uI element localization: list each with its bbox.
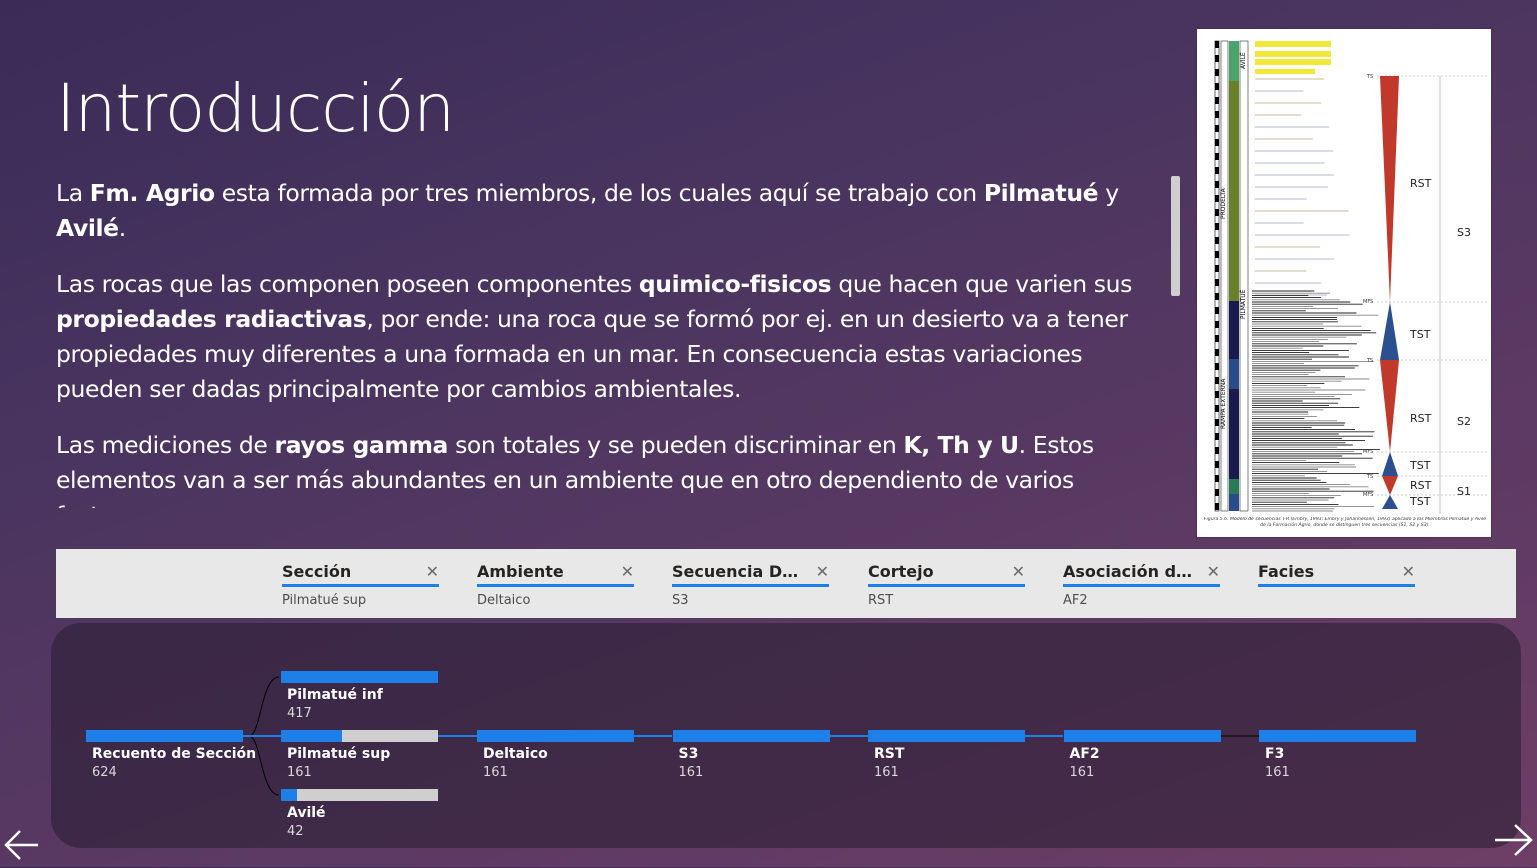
node-count: 417 bbox=[287, 706, 312, 721]
node-count: 161 bbox=[678, 765, 704, 780]
node-count: 624 bbox=[92, 765, 117, 780]
node-label: F3 bbox=[1265, 746, 1285, 762]
slicer-header: Secuencia Dep... bbox=[672, 562, 804, 581]
node-label: Avilé bbox=[287, 805, 326, 821]
slicer-header: Asociación de ... bbox=[1063, 562, 1195, 581]
slicer-value[interactable]: AF2 bbox=[1063, 593, 1220, 608]
node-bar-fill bbox=[868, 730, 1025, 742]
slicer-header: Facies bbox=[1258, 562, 1315, 581]
slicer-header: Cortejo bbox=[868, 562, 934, 581]
node-bar-fill bbox=[281, 789, 297, 801]
node-label: Recuento de Sección bbox=[92, 746, 257, 762]
paragraph-1: La Fm. Agrio esta formada por tres miemb… bbox=[56, 179, 1119, 242]
slicer-value[interactable]: Pilmatué sup bbox=[282, 593, 439, 608]
slicer-4[interactable]: Cortejo ✕ RST bbox=[868, 561, 1025, 611]
arrow-right-icon bbox=[1495, 824, 1533, 856]
slicer-5[interactable]: Asociación de ... ✕ AF2 bbox=[1063, 561, 1220, 611]
node-count: 161 bbox=[1069, 765, 1095, 780]
clear-filter-icon[interactable]: ✕ bbox=[1012, 562, 1025, 581]
prodelta-label: PRODELTA bbox=[1220, 187, 1227, 219]
tst-label-1: TST bbox=[1409, 328, 1431, 341]
node-count: 42 bbox=[287, 824, 304, 839]
clear-filter-icon[interactable]: ✕ bbox=[1402, 562, 1415, 581]
slicer-value[interactable]: Deltaico bbox=[477, 593, 634, 608]
rst-label-1: RST bbox=[1410, 177, 1432, 190]
rst-label-2: RST bbox=[1410, 412, 1432, 425]
slicer-header: Sección bbox=[282, 562, 352, 581]
slicer-3[interactable]: Secuencia Dep... ✕ S3 bbox=[672, 561, 829, 611]
clear-filter-icon[interactable]: ✕ bbox=[426, 562, 439, 581]
node-bar-fill bbox=[86, 730, 243, 742]
slicer-header: Ambiente bbox=[477, 562, 564, 581]
seq-label-s2: S2 bbox=[1457, 415, 1471, 428]
node-count: 161 bbox=[483, 765, 508, 780]
slicer-value[interactable]: RST bbox=[868, 593, 1025, 608]
tst-label-3: TST bbox=[1409, 495, 1431, 508]
node-bar-fill bbox=[477, 730, 634, 742]
clear-filter-icon[interactable]: ✕ bbox=[1207, 562, 1220, 581]
node-count: 161 bbox=[1265, 765, 1290, 780]
rst-label-3: RST bbox=[1410, 479, 1432, 492]
node-count: 161 bbox=[287, 765, 312, 780]
paragraph-2: Las rocas que las componen poseen compon… bbox=[56, 270, 1132, 403]
node-bar-fill bbox=[281, 671, 438, 683]
seq-label-s1: S1 bbox=[1457, 485, 1471, 498]
slicer-6[interactable]: Facies ✕ bbox=[1258, 561, 1415, 611]
filter-slicer-bar: Sección ✕ Pilmatué sup Ambiente ✕ Deltaico Sec… bbox=[56, 549, 1516, 618]
tst-label-2: TST bbox=[1409, 459, 1431, 472]
seq-label-s3: S3 bbox=[1457, 226, 1471, 239]
node-bar-fill bbox=[1259, 730, 1416, 742]
node-label: Pilmatué sup bbox=[287, 746, 391, 762]
intro-text[interactable]: La Fm. Agrio esta formada por tres miemb… bbox=[56, 176, 1171, 508]
surface-label-4: MFS bbox=[1363, 449, 1373, 455]
surface-label-6: MFS bbox=[1363, 492, 1373, 498]
node-bar-fill bbox=[1063, 730, 1221, 742]
clear-filter-icon[interactable]: ✕ bbox=[621, 562, 634, 581]
arrow-left-icon bbox=[4, 830, 38, 860]
node-label: AF2 bbox=[1069, 746, 1100, 762]
node-bar-fill bbox=[672, 730, 830, 742]
node-label: S3 bbox=[678, 746, 699, 762]
text-scrollbar[interactable] bbox=[1171, 176, 1180, 296]
decomposition-tree[interactable]: Recuento de Sección 624 Pilmatué inf 417 Pil… bbox=[51, 623, 1521, 848]
slicer-1[interactable]: Sección ✕ Pilmatué sup bbox=[282, 561, 439, 611]
node-count: 161 bbox=[874, 765, 899, 780]
clear-filter-icon[interactable]: ✕ bbox=[816, 562, 829, 581]
slicer-value[interactable]: S3 bbox=[672, 593, 829, 608]
page-title: Introducción bbox=[56, 70, 455, 147]
sequence-figure-svg: PRODELTA RAMPA EXTERNA PILMATUÉ AVILÉ TS… bbox=[1203, 40, 1489, 528]
sequence-figure: PRODELTA RAMPA EXTERNA PILMATUÉ AVILÉ TS… bbox=[1197, 29, 1491, 537]
surface-label-5: TS bbox=[1366, 474, 1373, 480]
next-slide-button[interactable] bbox=[1493, 820, 1535, 864]
paragraph-3: Las mediciones de rayos gamma son totale… bbox=[56, 431, 1094, 508]
surface-label-1: TS bbox=[1366, 74, 1373, 80]
rampa-label: RAMPA EXTERNA bbox=[1220, 378, 1227, 429]
pilmatue-label: PILMATUÉ bbox=[1239, 289, 1247, 319]
surface-label-3: TS bbox=[1366, 358, 1373, 364]
prev-slide-button[interactable] bbox=[2, 826, 42, 868]
node-bar bbox=[281, 789, 438, 801]
figure-caption: Figura 5.6. Modelo de secuencias T-R (Em… bbox=[1203, 517, 1487, 528]
avile-label: AVILÉ bbox=[1239, 52, 1247, 69]
node-label: Pilmatué inf bbox=[287, 687, 383, 703]
slicer-2[interactable]: Ambiente ✕ Deltaico bbox=[477, 561, 634, 611]
node-bar-fill bbox=[281, 730, 342, 742]
surface-label-2: MFS bbox=[1363, 299, 1373, 305]
node-label: Deltaico bbox=[483, 746, 548, 762]
node-label: RST bbox=[874, 746, 905, 762]
